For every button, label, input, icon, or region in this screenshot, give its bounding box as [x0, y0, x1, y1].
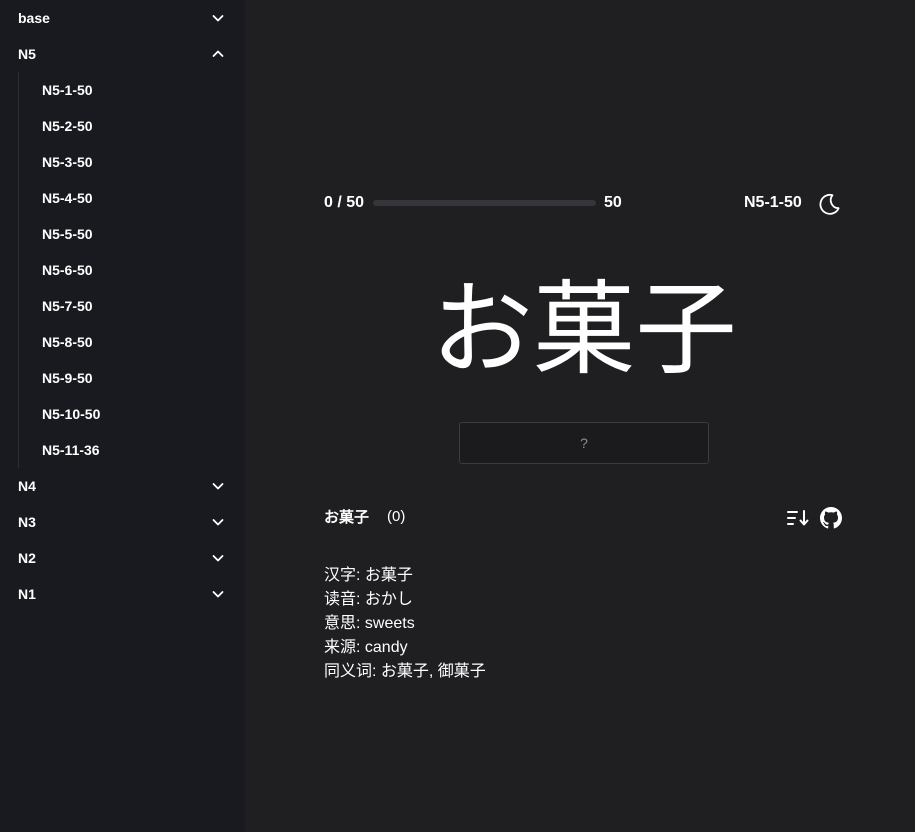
- sidebar-group-n4[interactable]: N4: [0, 468, 245, 504]
- n5-sublist: N5-1-50 N5-2-50 N5-3-50 N5-4-50 N5-5-50 …: [18, 72, 245, 468]
- info-synonyms: 同义词: お菓子, 御菓子: [324, 663, 486, 680]
- info-kanji: 汉字: お菓子: [324, 567, 413, 584]
- sidebar-item-n5-7-50[interactable]: N5-7-50: [19, 288, 245, 324]
- sidebar-group-n2[interactable]: N2: [0, 540, 245, 576]
- sidebar-item-n5-5-50[interactable]: N5-5-50: [19, 216, 245, 252]
- sidebar-group-label: N4: [18, 478, 36, 494]
- sidebar-group-n3[interactable]: N3: [0, 504, 245, 540]
- sidebar-item-n5-3-50[interactable]: N5-3-50: [19, 144, 245, 180]
- chevron-down-icon: [212, 591, 224, 598]
- chevron-down-icon: [212, 483, 224, 490]
- flashcard-word: お菓子: [431, 273, 737, 387]
- current-set-label: N5-1-50: [744, 194, 802, 211]
- sidebar-item-n5-10-50[interactable]: N5-10-50: [19, 396, 245, 432]
- sort-icon[interactable]: [786, 508, 810, 528]
- progress-counter: 0 / 50: [324, 194, 365, 211]
- detail-count: (0): [387, 507, 406, 525]
- main-panel: 0 / 50 50 N5-1-50 お菓子 お菓子 (0) 汉字: お菓子 读音…: [245, 0, 915, 832]
- chevron-down-icon: [212, 519, 224, 526]
- sidebar-item-n5-9-50[interactable]: N5-9-50: [19, 360, 245, 396]
- moon-icon[interactable]: [816, 191, 842, 217]
- sidebar-group-label: N1: [18, 586, 36, 602]
- sidebar-group-base[interactable]: base: [0, 0, 245, 36]
- info-meaning: 意思: sweets: [324, 615, 415, 632]
- detail-title: お菓子: [324, 508, 370, 526]
- sidebar-group-label: N2: [18, 550, 36, 566]
- progress-row: 0 / 50 50: [324, 192, 622, 214]
- sidebar-item-n5-1-50[interactable]: N5-1-50: [19, 72, 245, 108]
- chevron-up-icon: [212, 50, 224, 57]
- sidebar: base N5 N5-1-50 N5-2-50 N5-3-50 N5-4-50 …: [0, 0, 245, 832]
- detail-header: お菓子 (0): [324, 506, 405, 526]
- word-info: 汉字: お菓子 读音: おかし 意思: sweets 来源: candy 同义词…: [324, 564, 486, 684]
- chevron-down-icon: [212, 555, 224, 562]
- sidebar-item-n5-2-50[interactable]: N5-2-50: [19, 108, 245, 144]
- github-icon[interactable]: [820, 507, 842, 529]
- sidebar-group-label: base: [18, 10, 50, 26]
- sidebar-group-label: N3: [18, 514, 36, 530]
- sidebar-item-n5-4-50[interactable]: N5-4-50: [19, 180, 245, 216]
- sidebar-group-n5[interactable]: N5: [0, 36, 245, 72]
- sidebar-group-label: N5: [18, 46, 36, 62]
- info-reading: 读音: おかし: [324, 591, 413, 608]
- info-source: 来源: candy: [324, 639, 408, 656]
- sidebar-item-n5-6-50[interactable]: N5-6-50: [19, 252, 245, 288]
- progress-total: 50: [604, 194, 622, 211]
- progress-bar: [373, 200, 597, 206]
- sidebar-group-n1[interactable]: N1: [0, 576, 245, 612]
- sidebar-item-n5-8-50[interactable]: N5-8-50: [19, 324, 245, 360]
- chevron-down-icon: [212, 15, 224, 22]
- sidebar-item-n5-11-36[interactable]: N5-11-36: [19, 432, 245, 468]
- answer-input[interactable]: [459, 422, 709, 464]
